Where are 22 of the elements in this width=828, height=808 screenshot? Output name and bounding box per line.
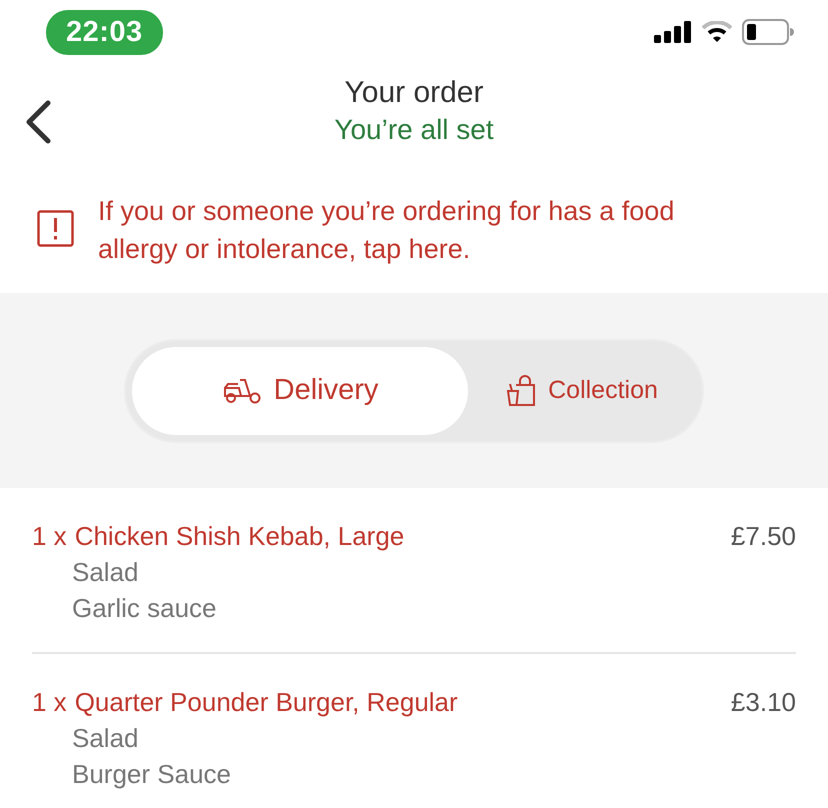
delivery-tab[interactable]: Delivery bbox=[132, 346, 468, 434]
item-price: £7.50 bbox=[730, 520, 796, 553]
item-option: Burger Sauce bbox=[72, 759, 231, 789]
wifi-icon bbox=[702, 21, 732, 43]
item-option: Salad bbox=[72, 723, 138, 753]
page-title: Your order bbox=[344, 76, 484, 110]
shopping-bag-icon bbox=[506, 374, 536, 406]
item-name: Quarter Pounder Burger, Regular bbox=[74, 686, 458, 719]
item-price: £3.10 bbox=[730, 686, 796, 719]
item-option: Salad bbox=[72, 557, 138, 587]
collection-tab[interactable]: Collection bbox=[468, 346, 696, 434]
back-icon[interactable] bbox=[24, 100, 52, 144]
item-quantity: 1 x bbox=[32, 520, 67, 553]
signal-icon bbox=[654, 21, 692, 43]
status-time: 22:03 bbox=[46, 10, 163, 54]
item-quantity: 1 x bbox=[32, 686, 67, 719]
battery-icon bbox=[742, 19, 794, 45]
alert-icon bbox=[37, 210, 74, 247]
allergy-notice[interactable]: If you or someone you’re ordering for has a food allergy or intolerance, tap here. bbox=[98, 192, 738, 268]
item-option: Garlic sauce bbox=[72, 593, 216, 623]
item-name: Chicken Shish Kebab, Large bbox=[74, 520, 404, 553]
order-status: You’re all set bbox=[334, 114, 494, 146]
